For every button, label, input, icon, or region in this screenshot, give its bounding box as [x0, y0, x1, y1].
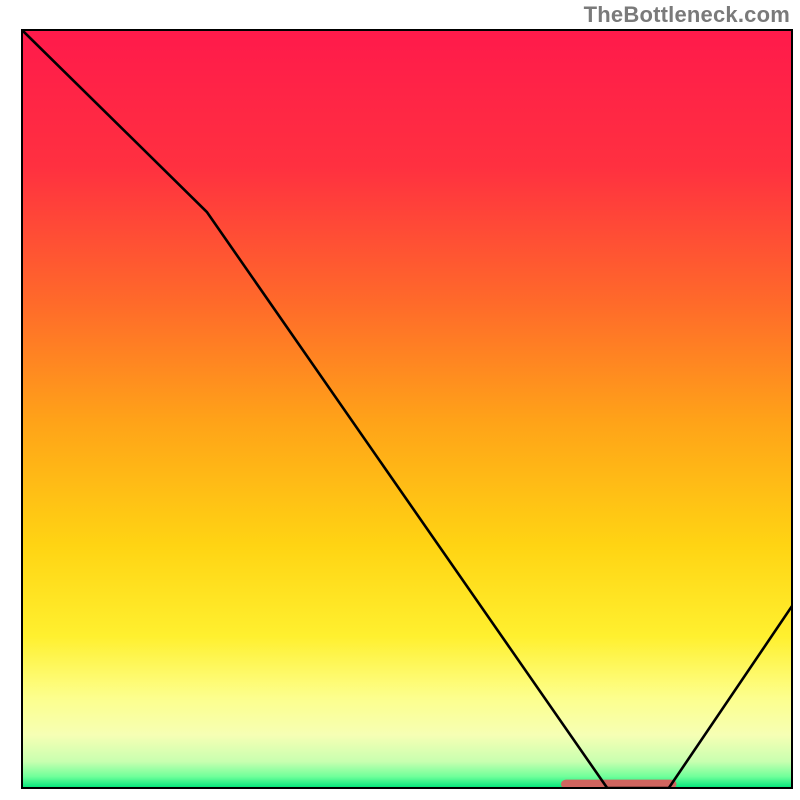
watermark-text: TheBottleneck.com	[584, 2, 790, 28]
bottleneck-chart	[0, 0, 800, 800]
bottleneck-chart-container: TheBottleneck.com	[0, 0, 800, 800]
